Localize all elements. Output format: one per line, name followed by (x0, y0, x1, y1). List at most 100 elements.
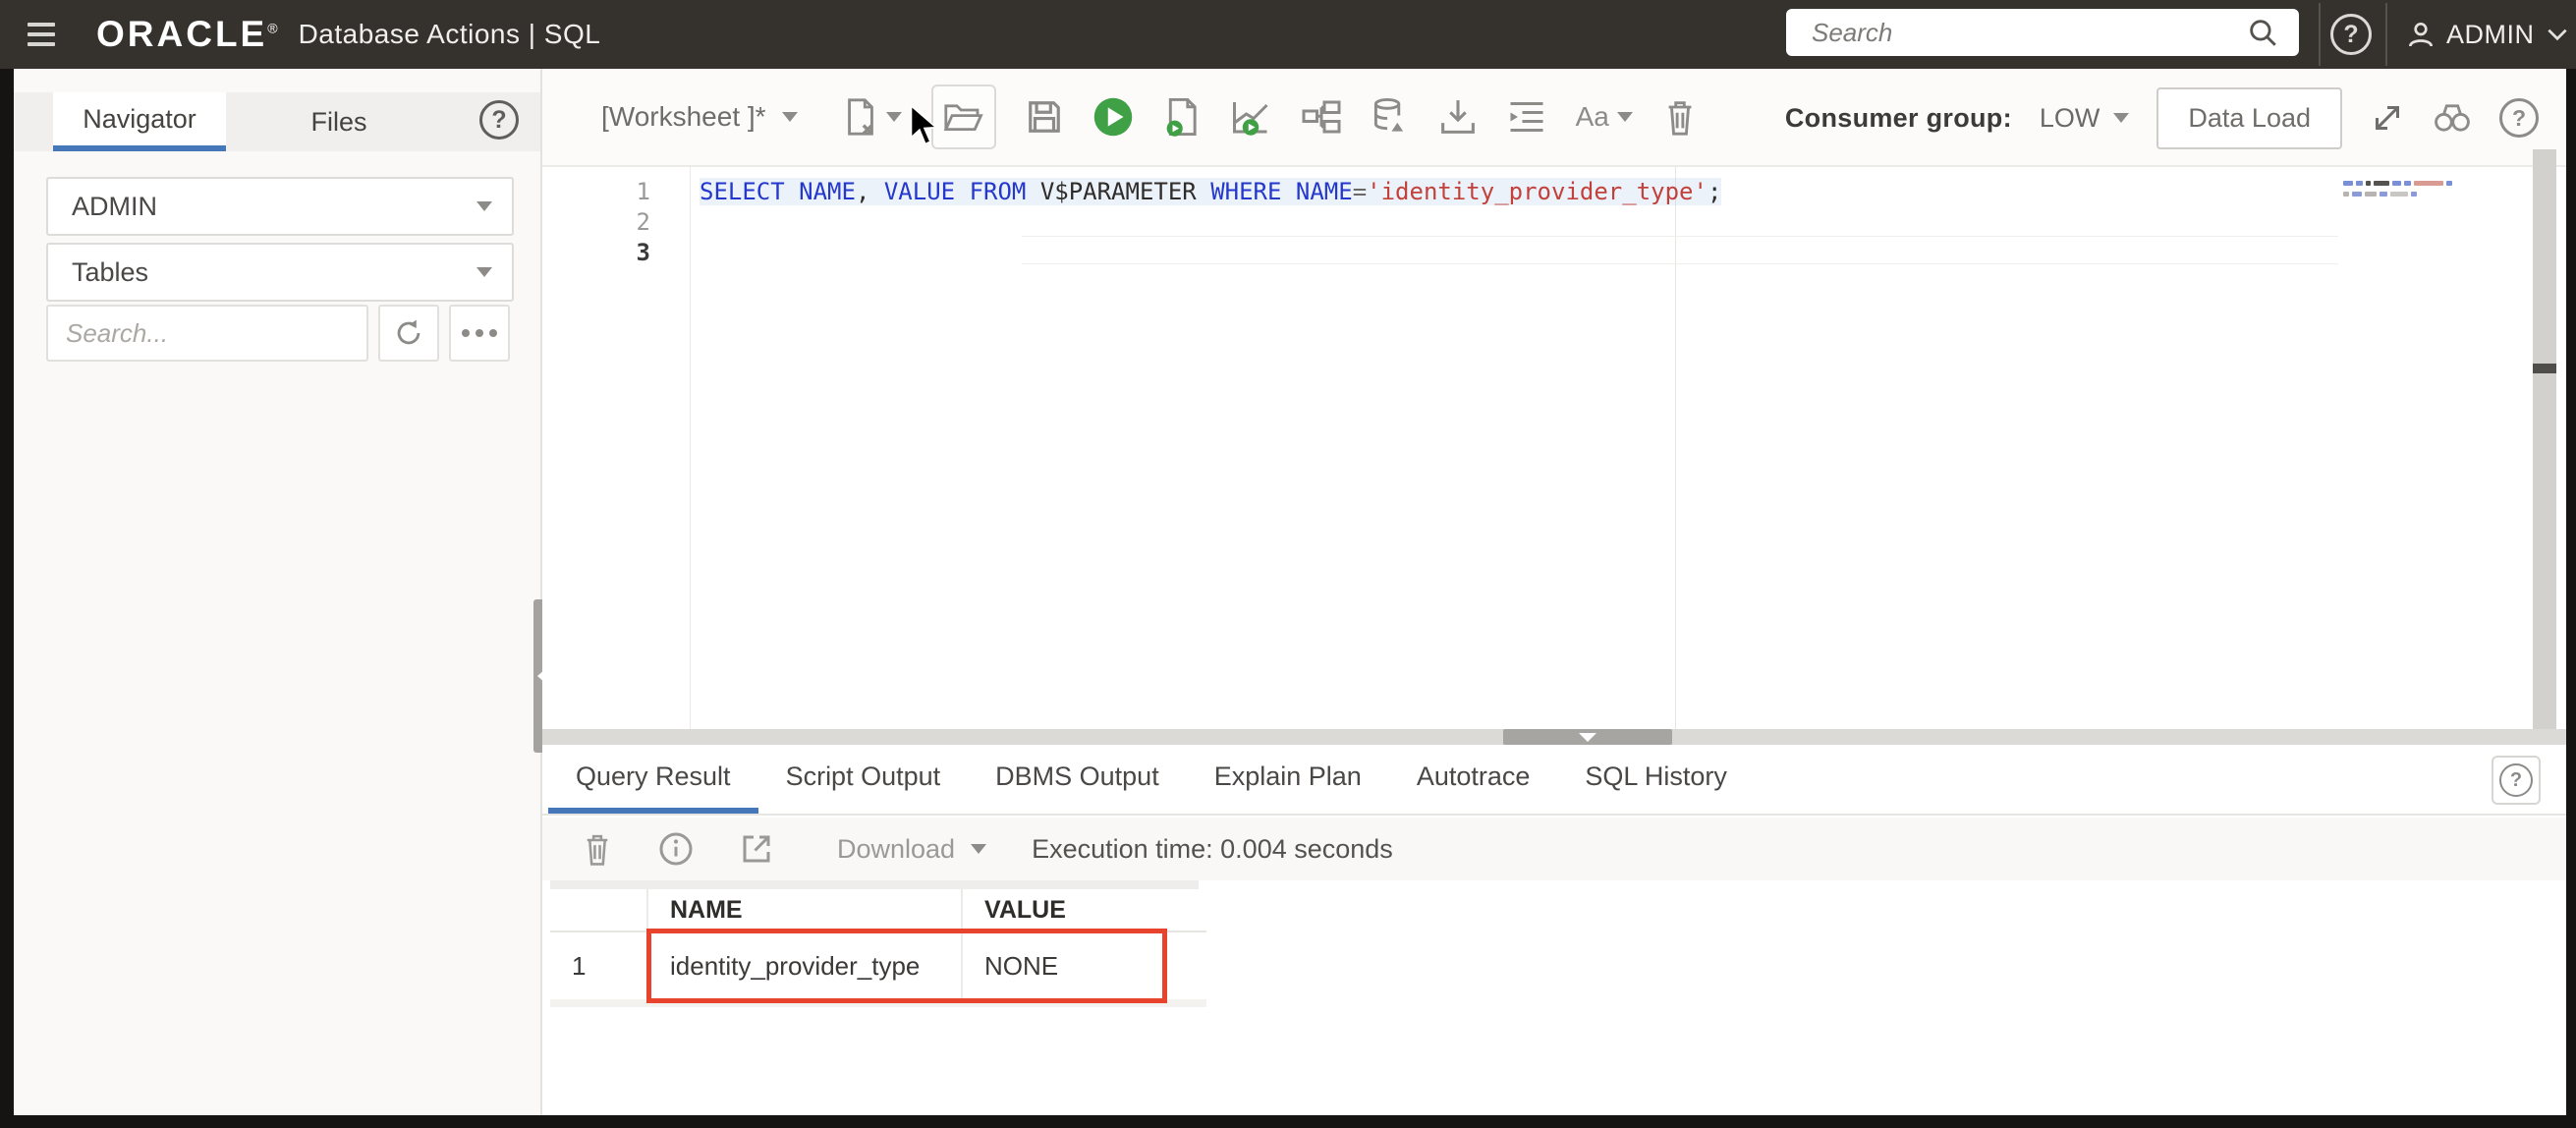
help-icon: ? (2330, 14, 2372, 55)
help-icon: ? (2499, 98, 2539, 138)
main-area: [Worksheet ]* Aa Consumer group: LOW Dat… (542, 69, 2566, 1115)
top-bar: ORACLE® Database Actions | SQL ? ADMIN (0, 0, 2576, 69)
refresh-button[interactable] (378, 305, 439, 362)
row-number-header[interactable] (550, 889, 648, 931)
format-button[interactable] (1507, 99, 1546, 135)
result-grid: NAME VALUE 1 identity_provider_type NONE (550, 889, 1206, 1007)
row-number-cell: 1 (550, 932, 648, 999)
sidebar-help-button[interactable]: ? (479, 100, 519, 140)
object-type-select[interactable]: Tables (46, 243, 514, 302)
topbar-divider (2385, 3, 2387, 66)
column-header-name[interactable]: NAME (648, 889, 963, 931)
results-help-button[interactable]: ? (2492, 756, 2541, 805)
tab-files[interactable]: Files (265, 92, 413, 151)
sql-statement: SELECT NAME, VALUE FROM V$PARAMETER WHER… (700, 178, 1722, 205)
grid-top-strip (550, 880, 1199, 889)
line-number: 1 (636, 178, 650, 205)
object-type-select-value: Tables (72, 256, 149, 287)
sql-history-button[interactable] (1372, 96, 1409, 138)
consumer-group-label: Consumer group: (1784, 102, 2012, 133)
tab-autotrace[interactable]: Autotrace (1389, 745, 1558, 814)
global-search-input[interactable] (1786, 17, 2246, 48)
worksheet-toolbar-right: Consumer group: LOW Data Load ? (1785, 69, 2539, 167)
text-size-button[interactable]: Aa (1576, 101, 1633, 133)
data-load-button[interactable]: Data Load (2156, 86, 2342, 149)
new-worksheet-button[interactable] (843, 97, 902, 137)
explain-plan-button[interactable] (1301, 98, 1342, 136)
user-icon (2405, 19, 2436, 50)
product-title: Database Actions | SQL (298, 19, 601, 49)
chevron-down-icon (971, 844, 987, 854)
tab-navigator[interactable]: Navigator (53, 92, 226, 151)
name-cell: identity_provider_type (648, 932, 963, 999)
open-file-button[interactable] (910, 85, 996, 149)
autotrace-button[interactable] (1230, 97, 1271, 137)
save-button[interactable] (1026, 98, 1063, 136)
worksheet-title: [Worksheet ]* (601, 101, 766, 132)
download-label: Download (837, 833, 956, 864)
logo-registered-mark: ® (267, 20, 281, 36)
chevron-down-icon (476, 201, 492, 211)
tab-script-output[interactable]: Script Output (758, 745, 969, 814)
hamburger-menu-icon[interactable] (10, 0, 73, 69)
editor-line-2: 2 (542, 207, 2566, 238)
tab-explain-plan[interactable]: Explain Plan (1187, 745, 1389, 814)
column-header-value[interactable]: VALUE (963, 889, 1204, 931)
result-info-button[interactable] (658, 831, 694, 867)
sql-editor[interactable]: 1 SELECT NAME, VALUE FROM V$PARAMETER WH… (542, 149, 2566, 729)
schema-select-value: ADMIN (72, 191, 157, 221)
schema-select[interactable]: ADMIN (46, 177, 514, 236)
editor-minimap (2343, 181, 2461, 202)
execution-time: Execution time: 0.004 seconds (1032, 833, 1393, 864)
tab-sql-history[interactable]: SQL History (1557, 745, 1755, 814)
download-worksheet-button[interactable] (1438, 97, 1478, 137)
results-tab-bar: Query Result Script Output DBMS Output E… (542, 745, 2566, 816)
sidebar-tab-bar: Navigator Files (14, 92, 540, 151)
value-cell: NONE (984, 950, 1059, 981)
search-icon (2246, 16, 2279, 49)
collapse-down-icon (1579, 732, 1596, 742)
text-size-label: Aa (1575, 101, 1609, 132)
oracle-database-actions-page: ORACLE® Database Actions | SQL ? ADMIN (0, 0, 2576, 1128)
expand-editor-button[interactable] (2370, 100, 2405, 136)
clear-results-button[interactable] (582, 831, 613, 867)
consumer-group-value: LOW (2039, 102, 2100, 133)
scrollbar-thumb-edge (2533, 364, 2556, 373)
app-body: Navigator Files ? ADMIN Tables Search...… (14, 69, 2566, 1115)
run-statement-button[interactable] (1092, 96, 1134, 138)
splitter-handle[interactable] (1503, 729, 1672, 745)
object-search-input[interactable] (46, 305, 368, 362)
worksheet-toolbar: [Worksheet ]* Aa Consumer group: LOW Dat… (542, 69, 2566, 167)
tab-dbms-output[interactable]: DBMS Output (968, 745, 1187, 814)
chevron-down-icon (1616, 112, 1633, 122)
open-in-new-button[interactable] (739, 831, 774, 867)
open-folder-icon (943, 99, 984, 135)
run-script-button[interactable] (1163, 96, 1201, 138)
tab-query-result[interactable]: Query Result (548, 745, 758, 814)
chevron-down-icon (2545, 26, 2570, 43)
chevron-down-icon (781, 112, 798, 122)
chevron-down-icon (885, 112, 902, 122)
chevron-down-icon (2113, 113, 2130, 123)
user-name: ADMIN (2446, 19, 2535, 49)
line-number: 2 (636, 208, 650, 236)
user-menu[interactable]: ADMIN (2405, 0, 2570, 69)
download-results-button[interactable]: Download (837, 833, 987, 865)
results-toolbar: Download Execution time: 0.004 seconds (542, 818, 2566, 880)
refresh-icon (392, 316, 425, 350)
editor-scrollbar[interactable] (2533, 149, 2556, 729)
global-search-box[interactable] (1786, 9, 2299, 56)
find-button[interactable] (2433, 100, 2472, 136)
more-actions-button[interactable] (449, 305, 510, 362)
worksheet-selector[interactable]: [Worksheet ]* (601, 101, 798, 133)
pane-splitter[interactable] (542, 729, 2566, 745)
help-icon: ? (479, 100, 519, 140)
clear-worksheet-button[interactable] (1662, 97, 1698, 137)
table-row[interactable]: 1 identity_provider_type NONE (550, 932, 1206, 999)
line-number: 3 (636, 239, 650, 266)
consumer-group-select[interactable]: LOW (2040, 103, 2130, 134)
results-panel: Query Result Script Output DBMS Output E… (542, 745, 2566, 1115)
topbar-help-button[interactable]: ? (2330, 14, 2372, 55)
editor-line-1: 1 SELECT NAME, VALUE FROM V$PARAMETER WH… (542, 177, 2566, 207)
worksheet-help-button[interactable]: ? (2499, 98, 2539, 138)
